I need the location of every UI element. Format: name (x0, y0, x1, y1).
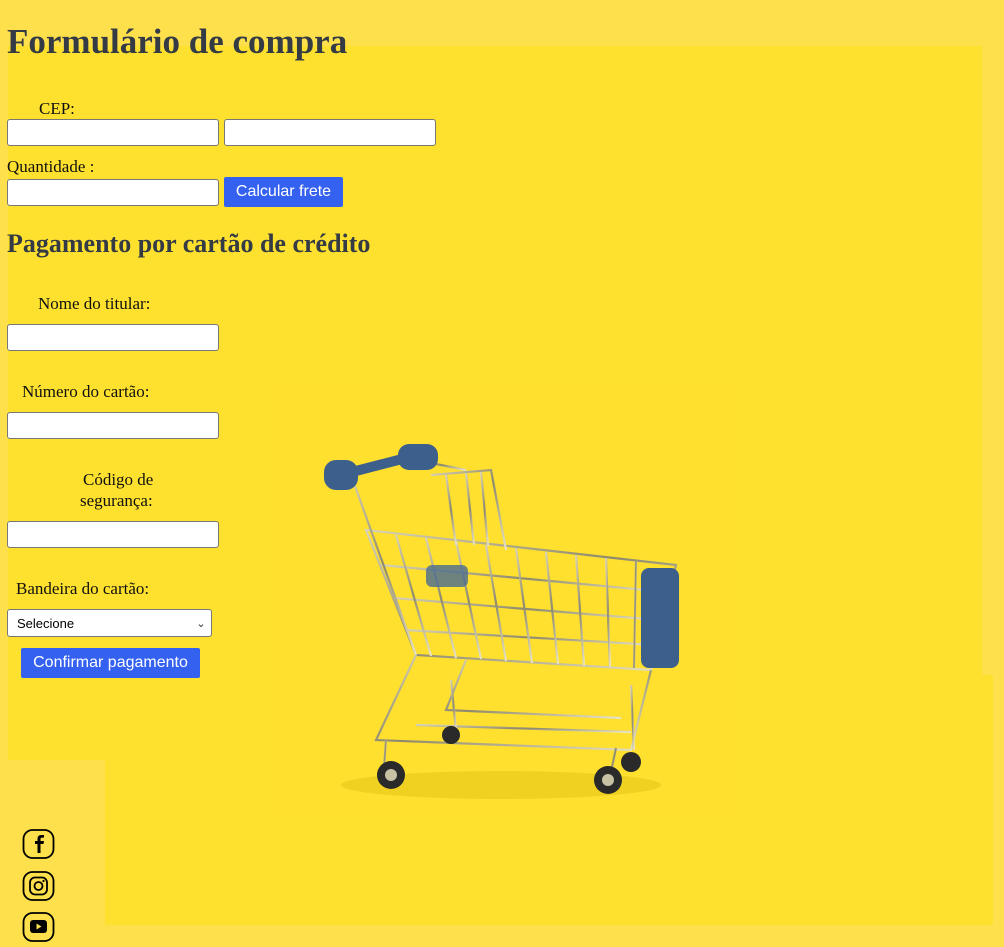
cep-label: CEP: (39, 99, 75, 118)
card-number-label: Número do cartão: (22, 382, 150, 401)
security-code-input[interactable] (7, 521, 219, 548)
calculate-shipping-button[interactable]: Calcular frete (224, 177, 343, 207)
card-brand-label: Bandeira do cartão: (16, 579, 150, 598)
confirm-payment-button[interactable]: Confirmar pagamento (21, 648, 200, 678)
cep-input-2[interactable] (224, 119, 436, 146)
security-code-label-line2: segurança: (80, 491, 153, 510)
page-title: Formulário de compra (7, 22, 348, 61)
shopping-cart-photo (266, 380, 736, 822)
card-number-input[interactable] (7, 412, 219, 439)
facebook-icon[interactable] (22, 829, 55, 859)
quantity-input[interactable] (7, 179, 219, 206)
chevron-down-icon: ⌄ (196, 617, 206, 630)
security-code-label-line1: Código de (83, 470, 154, 489)
holder-name-label: Nome do titular: (38, 294, 151, 313)
youtube-icon[interactable] (22, 912, 55, 942)
quantity-label: Quantidade : (7, 157, 95, 176)
holder-name-input[interactable] (7, 324, 219, 351)
cep-input-1[interactable] (7, 119, 219, 146)
payment-section-title: Pagamento por cartão de crédito (7, 229, 371, 258)
card-brand-selected-value: Selecione (17, 615, 75, 631)
instagram-icon[interactable] (22, 871, 55, 901)
shopping-cart-icon (324, 444, 679, 799)
card-brand-select[interactable]: Selecione ⌄ (7, 609, 212, 637)
